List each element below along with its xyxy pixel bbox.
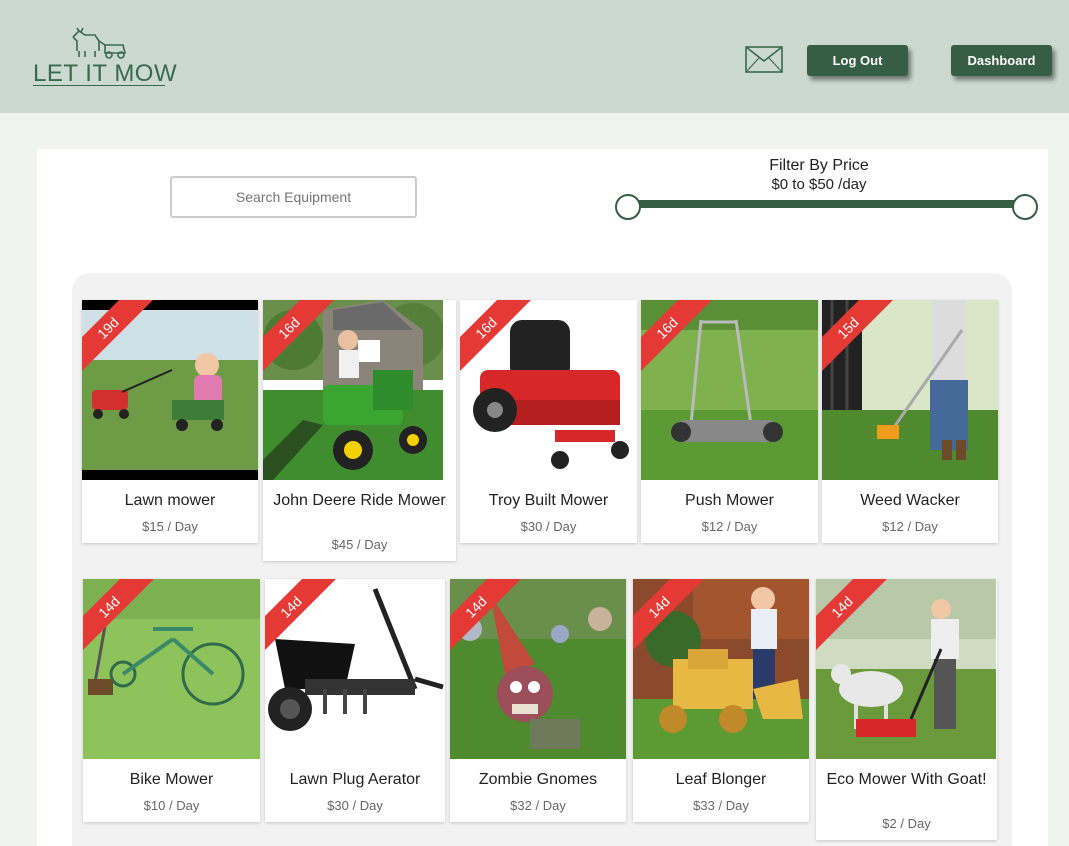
equipment-name[interactable]: Push Mower	[641, 492, 818, 510]
filter-title: Filter By Price	[769, 157, 869, 174]
equipment-card[interactable]: 14d Bike Mower $10 / Day	[83, 579, 260, 822]
zero-turn-mower-photo[interactable]: 16d	[460, 300, 637, 480]
site-header: LET IT MOW Log Out Dashboard	[0, 0, 1069, 113]
logout-button[interactable]: Log Out	[807, 45, 908, 76]
equipment-card[interactable]: 15d Weed Wacker $12 / Day	[822, 300, 998, 543]
push-mower-photo[interactable]: 19d	[82, 300, 258, 480]
string-trimmer-photo[interactable]: 15d	[822, 300, 998, 480]
equipment-card[interactable]: 14d Zombie Gnomes $32 / Day	[450, 579, 626, 822]
equipment-card[interactable]: 16d Push Mower $12 / Day	[641, 300, 818, 543]
logo-text: LET IT MOW	[33, 60, 178, 87]
equipment-name[interactable]: Bike Mower	[83, 771, 260, 789]
equipment-name[interactable]: Lawn Plug Aerator	[265, 771, 445, 789]
dashboard-button[interactable]: Dashboard	[951, 45, 1052, 76]
equipment-price: $12 / Day	[882, 519, 938, 534]
goat-mower-photo[interactable]: 14d	[816, 579, 996, 759]
equipment-card[interactable]: 14d Lawn Plug Aerator $30 / Day	[265, 579, 445, 822]
bike-mower-photo[interactable]: 14d	[83, 579, 260, 759]
equipment-price: $45 / Day	[331, 537, 388, 552]
equipment-card[interactable]: 14d Eco Mower With Goat! $2 / Day	[816, 579, 997, 840]
wooden-loader-photo[interactable]: 14d	[633, 579, 809, 759]
equipment-name[interactable]: Leaf Blonger	[633, 771, 809, 789]
equipment-price: $30 / Day	[520, 519, 577, 534]
gnome-photo[interactable]: 14d	[450, 579, 626, 759]
reel-mower-photo[interactable]: 16d	[641, 300, 818, 480]
price-slider-max-handle[interactable]	[1012, 194, 1038, 220]
logo-underline	[33, 85, 165, 86]
mail-icon[interactable]	[745, 46, 783, 73]
equipment-card[interactable]: 16d Troy Built Mower $30 / Day	[460, 300, 637, 543]
equipment-price: $2 / Day	[882, 816, 931, 831]
equipment-card[interactable]: 14d Leaf Blonger $33 / Day	[633, 579, 809, 822]
equipment-name[interactable]: John Deere Ride Mower	[263, 492, 456, 510]
equipment-name[interactable]: Zombie Gnomes	[450, 771, 626, 789]
equipment-price: $32 / Day	[510, 798, 566, 813]
aerator-photo[interactable]: 14d	[265, 579, 445, 759]
equipment-name[interactable]: Lawn mower	[82, 492, 258, 510]
equipment-price: $15 / Day	[142, 519, 198, 534]
equipment-name[interactable]: Weed Wacker	[822, 492, 998, 510]
equipment-price: $30 / Day	[327, 798, 383, 813]
logo[interactable]: LET IT MOW	[33, 27, 177, 89]
equipment-card[interactable]: 19d Lawn mower $15 / Day	[82, 300, 258, 543]
equipment-price: $12 / Day	[701, 519, 758, 534]
filter-range-text: $0 to $50 /day	[771, 176, 867, 193]
riding-mower-photo[interactable]: 16d	[263, 300, 443, 480]
equipment-name[interactable]: Troy Built Mower	[460, 492, 637, 510]
search-input[interactable]	[170, 176, 417, 218]
price-slider-track[interactable]	[628, 200, 1025, 208]
equipment-card[interactable]: 16d John Deere Ride Mower $45 / Day	[263, 300, 456, 561]
equipment-price: $33 / Day	[693, 798, 749, 813]
equipment-name[interactable]: Eco Mower With Goat!	[816, 771, 997, 789]
equipment-price: $10 / Day	[143, 798, 200, 813]
price-slider-min-handle[interactable]	[615, 194, 641, 220]
goat-mower-logo-icon	[72, 27, 127, 59]
